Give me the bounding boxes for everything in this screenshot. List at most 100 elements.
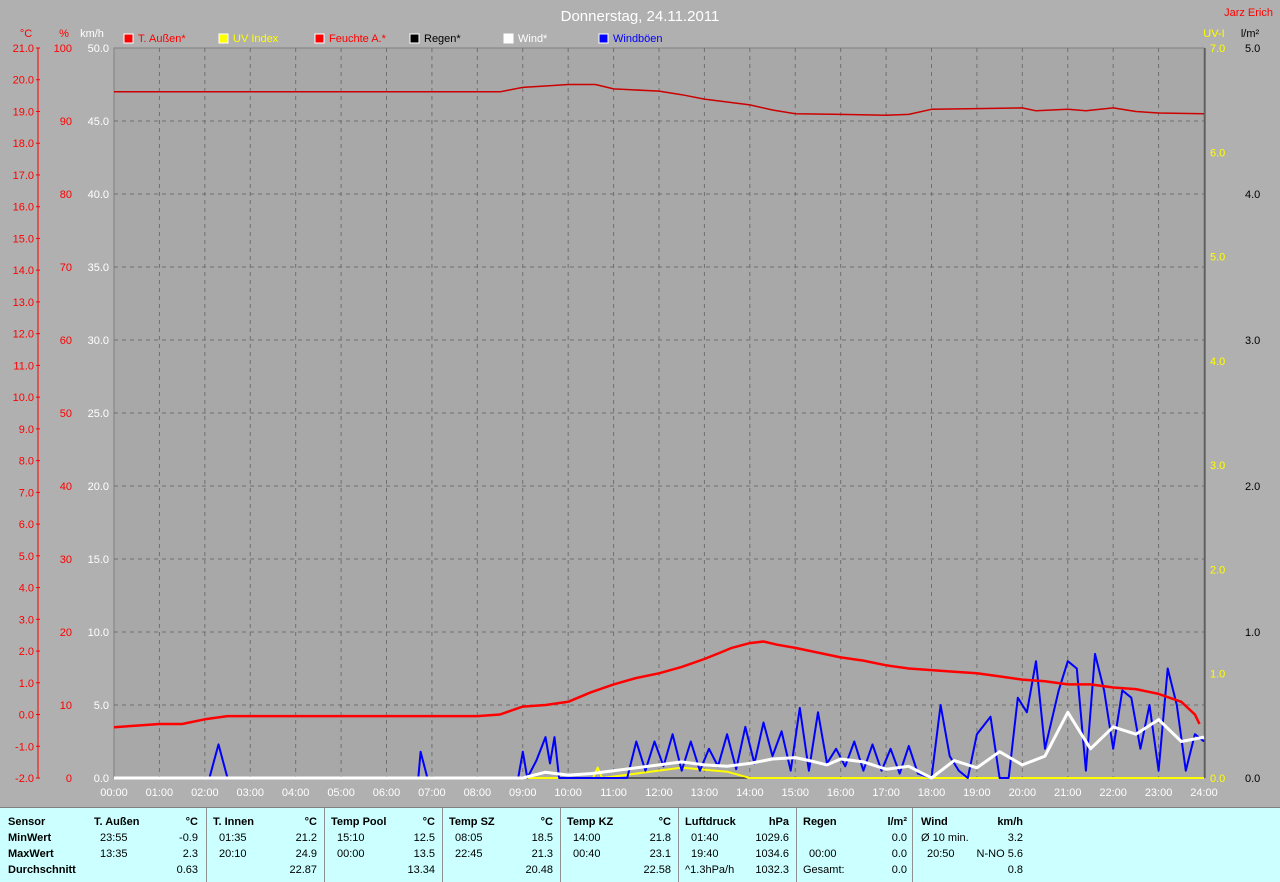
temp-axis-tick: 1.0: [19, 678, 34, 690]
stats-max-time: 00:40: [573, 848, 601, 860]
wind-row2-val: N-NO 5.6: [976, 848, 1023, 860]
time-axis-tick: 15:00: [781, 787, 809, 799]
legend-swatch: [503, 33, 514, 44]
temp-axis-tick: 20.0: [13, 75, 34, 87]
legend-label: Feuchte A.*: [329, 33, 387, 45]
stats-min-time: 14:00: [573, 832, 601, 844]
wind-row1-label: Ø 10 min.: [921, 832, 969, 844]
stats-max-value: 2.3: [182, 848, 198, 860]
stats-column-name: Luftdruck: [685, 816, 736, 828]
wind-axis-tick: 0.0: [94, 773, 109, 785]
uv-axis-tick: 0.0: [1210, 773, 1225, 785]
stats-column: Temp SZ °C 08:05 18.5 22:45 21.3 20.48: [442, 808, 561, 882]
rain-unit: l/m²: [887, 816, 907, 828]
rain-total: 0.0: [891, 864, 907, 876]
humidity-axis-tick: 90: [60, 116, 72, 128]
rain-total-label: Gesamt:: [803, 864, 845, 876]
wind-axis-tick: 30.0: [88, 335, 109, 347]
humidity-axis-tick: 40: [60, 481, 72, 493]
stats-min-value: 12.5: [413, 832, 435, 844]
statistics-panel: Sensor MinWert MaxWert Durchschnitt T. A…: [0, 807, 1280, 882]
time-axis-tick: 24:00: [1190, 787, 1218, 799]
wind-axis-tick: 40.0: [88, 189, 109, 201]
wind-name: Wind: [921, 816, 948, 828]
stats-max-time: 00:00: [337, 848, 365, 860]
uv-axis-tick: 2.0: [1210, 564, 1225, 576]
stats-column-unit: °C: [540, 816, 553, 828]
time-axis-tick: 04:00: [282, 787, 310, 799]
stats-min-value: 21.2: [295, 832, 317, 844]
chart-legend: T. Außen* UV Index Feuchte A.* Regen* Wind* W…: [123, 33, 663, 45]
humidity-axis-tick: 10: [60, 700, 72, 712]
humidity-axis-tick: 100: [54, 43, 72, 55]
stats-column-unit: °C: [658, 816, 671, 828]
rain-axis-tick: 5.0: [1245, 43, 1260, 55]
temp-axis-tick: 0.0: [19, 710, 34, 722]
rain-max-val: 0.0: [891, 848, 907, 860]
legend-swatch: [218, 33, 229, 44]
stats-min-time: 15:10: [337, 832, 365, 844]
time-axis-tick: 23:00: [1145, 787, 1173, 799]
stats-max-time: 13:35: [100, 848, 128, 860]
time-axis-tick: 01:00: [146, 787, 174, 799]
stats-min-value: 1029.6: [755, 832, 789, 844]
stats-column: T. Außen °C 23:55 -0.9 13:35 2.3 0.63: [88, 808, 206, 882]
legend-swatch: [123, 33, 134, 44]
stats-average: 13.34: [407, 864, 435, 876]
temp-axis-tick: 6.0: [19, 519, 34, 531]
legend-swatch: [314, 33, 325, 44]
stats-column-unit: hPa: [768, 816, 789, 828]
time-axis-tick: 10:00: [554, 787, 582, 799]
stats-avg-label: ^1.3hPa/h: [685, 864, 735, 876]
temp-axis-tick: 4.0: [19, 583, 34, 595]
wind-axis-tick: 50.0: [88, 43, 109, 55]
humidity-axis-tick: 0: [66, 773, 72, 785]
stats-max-value: 1034.6: [755, 848, 789, 860]
temp-axis-tick: 15.0: [13, 233, 34, 245]
uv-axis-tick: 5.0: [1210, 252, 1225, 264]
time-axis-tick: 05:00: [327, 787, 355, 799]
rain-axis-tick: 1.0: [1245, 627, 1260, 639]
temp-axis-tick: -2.0: [15, 773, 34, 785]
time-axis-tick: 00:00: [100, 787, 128, 799]
stats-average: 0.63: [176, 864, 198, 876]
stats-column-unit: °C: [422, 816, 435, 828]
wind-row2-time: 20:50: [927, 848, 955, 860]
legend-label: Regen*: [424, 33, 461, 45]
stats-min-value: -0.9: [179, 832, 198, 844]
temp-axis-tick: 7.0: [19, 487, 34, 499]
temp-axis-unit: °C: [20, 28, 32, 40]
stats-max-time: 19:40: [691, 848, 719, 860]
time-axis-tick: 20:00: [1009, 787, 1037, 799]
time-axis-tick: 18:00: [918, 787, 946, 799]
wind-axis-tick: 5.0: [94, 700, 109, 712]
wind-axis-tick: 45.0: [88, 116, 109, 128]
temp-axis-tick: 3.0: [19, 614, 34, 626]
humidity-axis-tick: 80: [60, 189, 72, 201]
temp-axis-tick: 19.0: [13, 106, 34, 118]
stats-label-max: MaxWert: [8, 848, 54, 860]
wind-axis-tick: 20.0: [88, 481, 109, 493]
temp-axis-tick: 18.0: [13, 138, 34, 150]
wind-unit: km/h: [997, 816, 1023, 828]
stats-max-value: 24.9: [295, 848, 317, 860]
weather-chart: Donnerstag, 24.11.2011 Jarz Erich T. Auß…: [13, 7, 1273, 799]
temp-axis-tick: 2.0: [19, 646, 34, 658]
stats-column-name: T. Außen: [94, 816, 140, 828]
temp-axis-tick: 9.0: [19, 424, 34, 436]
temp-axis-tick: 5.0: [19, 551, 34, 563]
stats-average: 22.58: [643, 864, 671, 876]
uv-axis-tick: 1.0: [1210, 669, 1225, 681]
temp-axis-tick: 16.0: [13, 202, 34, 214]
temp-axis-tick: 14.0: [13, 265, 34, 277]
temp-axis-tick: 21.0: [13, 43, 34, 55]
stats-column-wind: Wind km/h Ø 10 min. 3.2 20:50 N-NO 5.6 0…: [912, 808, 1029, 882]
stats-average: 20.48: [525, 864, 553, 876]
rain-min-val: 0.0: [891, 832, 907, 844]
wind-axis-tick: 35.0: [88, 262, 109, 274]
uv-axis-unit: UV-I: [1203, 28, 1224, 40]
uv-axis-tick: 6.0: [1210, 147, 1225, 159]
time-axis-tick: 16:00: [827, 787, 855, 799]
rain-max-time: 00:00: [809, 848, 837, 860]
time-axis-tick: 14:00: [736, 787, 764, 799]
